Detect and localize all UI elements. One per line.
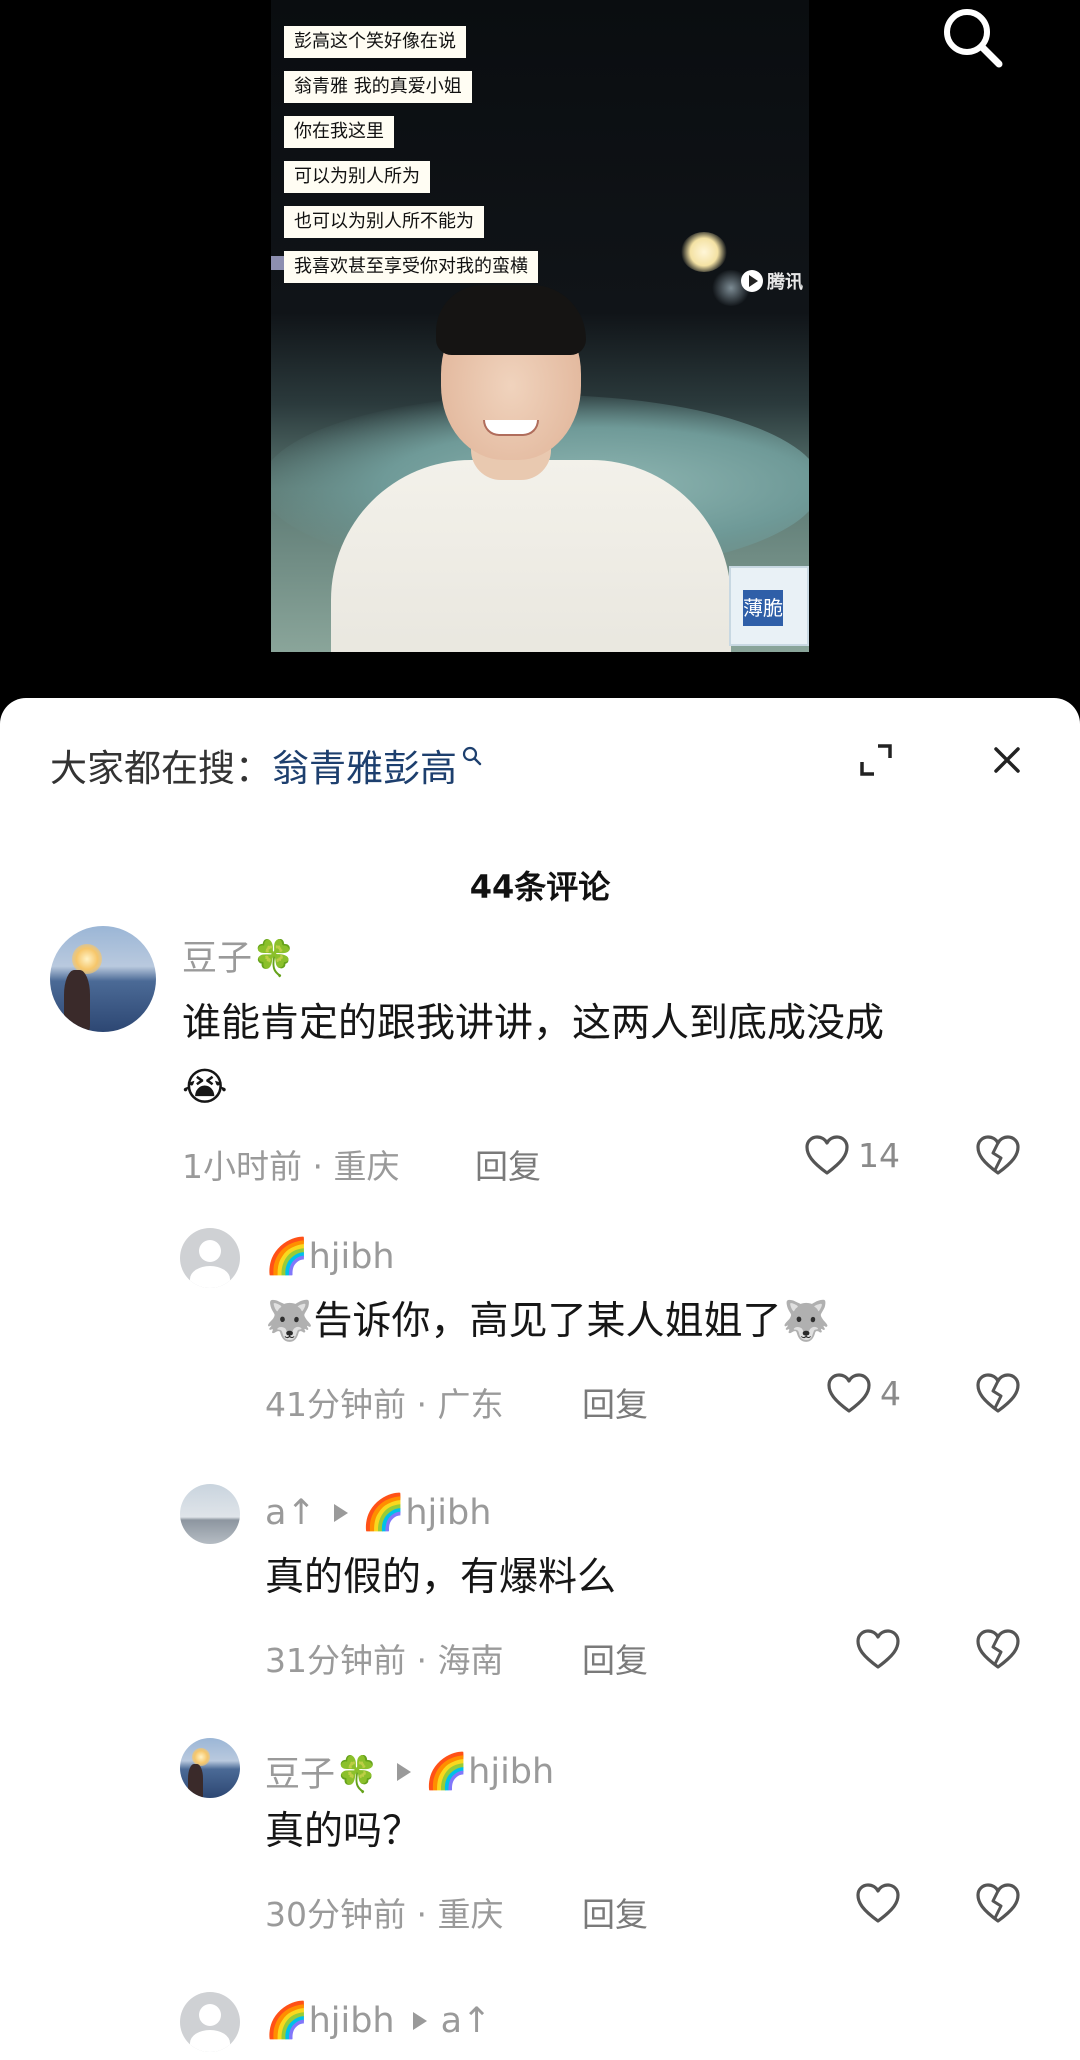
like-button[interactable] xyxy=(855,1628,901,1670)
expand-button[interactable] xyxy=(852,736,900,784)
avatar[interactable] xyxy=(50,926,156,1032)
person-hair xyxy=(436,285,586,355)
broken-heart-icon xyxy=(976,1629,1020,1669)
subtitle-line: 也可以为别人所不能为 xyxy=(284,206,484,238)
product-label: 薄脆 xyxy=(743,590,783,626)
comment-username[interactable]: 豆子🍀 xyxy=(182,930,296,981)
comment-username[interactable]: 🌈hjibh xyxy=(265,1236,395,1277)
heart-icon xyxy=(856,1883,900,1923)
dislike-button[interactable] xyxy=(975,1882,1021,1928)
subtitle-list: 彭高这个笑好像在说 翁青雅 我的真爱小姐 你在我这里 可以为别人所为 也可以为别… xyxy=(284,26,538,283)
watermark-text: 腾讯 xyxy=(767,272,803,293)
broken-heart-icon xyxy=(976,1135,1020,1175)
trending-search-term[interactable]: 翁青雅彭高 xyxy=(272,738,457,792)
reply-to-username[interactable]: a↑ xyxy=(441,2001,492,2041)
comment-username-row: a↑ 🌈hjibh xyxy=(265,1492,492,1534)
like-count: 4 xyxy=(880,1373,901,1413)
comment-item: 豆子🍀 谁能肯定的跟我讲讲，这两人到底成没成 😭 1小时前 · 重庆 回复 14 xyxy=(0,926,1080,1186)
reply-item: a↑ 🌈hjibh 真的假的，有爆料么 31分钟前 · 海南 回复 xyxy=(0,1484,1080,1684)
comment-text: 真的吗？ xyxy=(265,1809,422,1854)
expand-icon xyxy=(860,744,892,776)
reply-button[interactable]: 回复 xyxy=(582,1634,648,1682)
close-button[interactable] xyxy=(983,736,1031,784)
comment-username[interactable]: 🌈hjibh xyxy=(265,2000,395,2041)
reply-arrow-icon xyxy=(396,1762,411,1781)
comment-username[interactable]: 豆子🍀 xyxy=(265,1746,379,1797)
reply-arrow-icon xyxy=(412,2011,427,2030)
dislike-button[interactable] xyxy=(975,1134,1021,1180)
avatar[interactable] xyxy=(180,1228,240,1288)
sheet-header: 大家都在搜： 翁青雅彭高 xyxy=(0,698,1080,828)
heart-icon xyxy=(856,1629,900,1669)
heart-icon xyxy=(805,1135,849,1175)
subtitle-line: 彭高这个笑好像在说 xyxy=(284,26,466,58)
dislike-button[interactable] xyxy=(975,1628,1021,1674)
heart-icon xyxy=(827,1373,871,1413)
broken-heart-icon xyxy=(976,1373,1020,1413)
trending-search[interactable]: 大家都在搜： 翁青雅彭高 xyxy=(50,738,483,792)
comment-username[interactable]: a↑ xyxy=(265,1493,316,1533)
comment-text-emoji: 😭 xyxy=(182,1065,228,1110)
person-shirt xyxy=(331,460,731,652)
comment-count: 44条评论 xyxy=(469,868,611,906)
search-button[interactable] xyxy=(935,0,1009,74)
broken-heart-icon xyxy=(976,1883,1020,1923)
reply-button[interactable]: 回复 xyxy=(475,1140,541,1188)
comment-meta: 41分钟前 · 广东 xyxy=(265,1385,504,1424)
reply-to-username[interactable]: 🌈hjibh xyxy=(362,1492,492,1533)
comment-username-row: 豆子🍀 🌈hjibh xyxy=(265,1746,554,1797)
comment-meta: 31分钟前 · 海南 xyxy=(265,1641,504,1680)
like-count: 14 xyxy=(858,1135,900,1175)
search-icon xyxy=(462,746,482,766)
product-box: 薄脆 xyxy=(729,566,809,646)
reply-arrow-icon xyxy=(333,1503,348,1522)
watermark-play-icon xyxy=(741,270,763,292)
reply-item: 🌈hjibh a↑ xyxy=(0,1992,1080,2060)
like-button[interactable]: 4 xyxy=(826,1372,901,1414)
comment-meta: 1小时前 · 重庆 xyxy=(182,1147,400,1186)
comment-meta: 30分钟前 · 重庆 xyxy=(265,1895,504,1934)
video-watermark: 腾讯 xyxy=(741,268,803,294)
subtitle-line: 可以为别人所为 xyxy=(284,161,430,193)
video-player[interactable]: 腾讯 薄脆 彭高这个笑好像在说 翁青雅 我的真爱小姐 你在我这里 可以为别人所为… xyxy=(0,0,1080,700)
avatar[interactable] xyxy=(180,1484,240,1544)
dislike-button[interactable] xyxy=(975,1372,1021,1418)
close-icon xyxy=(994,747,1020,773)
comment-username-row: 🌈hjibh a↑ xyxy=(265,2000,492,2042)
like-button[interactable] xyxy=(855,1882,901,1924)
subtitle-line: 你在我这里 xyxy=(284,116,394,148)
subtitle-line: 翁青雅 我的真爱小姐 xyxy=(284,71,472,103)
like-button[interactable]: 14 xyxy=(804,1134,900,1176)
comment-text: 谁能肯定的跟我讲讲，这两人到底成没成 xyxy=(182,1001,885,1046)
subtitle-line: 我喜欢甚至享受你对我的蛮横 xyxy=(284,251,538,283)
avatar[interactable] xyxy=(180,1738,240,1798)
reply-item: 🌈hjibh 🐺告诉你，高见了某人姐姐了🐺 41分钟前 · 广东 回复 4 xyxy=(0,1228,1080,1428)
comment-text: 🐺告诉你，高见了某人姐姐了🐺 xyxy=(265,1299,831,1344)
lamp-light xyxy=(681,232,727,272)
subtitle-thumbnail xyxy=(271,256,285,270)
reply-button[interactable]: 回复 xyxy=(582,1378,648,1426)
reply-button[interactable]: 回复 xyxy=(582,1888,648,1936)
comment-sheet: 大家都在搜： 翁青雅彭高 44条评论 豆子🍀 谁能肯定的跟我讲讲，这两人到底成没… xyxy=(0,698,1080,2060)
search-icon xyxy=(944,9,1003,68)
comment-text: 真的假的，有爆料么 xyxy=(265,1555,617,1600)
person-smile xyxy=(483,420,539,436)
reply-item: 豆子🍀 🌈hjibh 真的吗？ 30分钟前 · 重庆 回复 xyxy=(0,1738,1080,1938)
reply-to-username[interactable]: 🌈hjibh xyxy=(425,1751,555,1792)
trending-search-prefix: 大家都在搜： xyxy=(50,747,272,790)
avatar[interactable] xyxy=(180,1992,240,2052)
